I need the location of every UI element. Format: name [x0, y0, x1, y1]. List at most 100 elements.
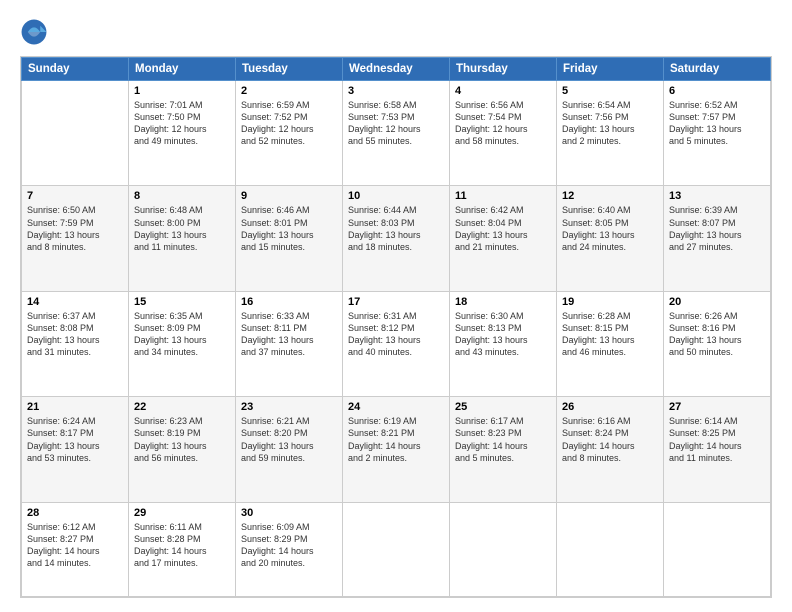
calendar-cell: 10 Sunrise: 6:44 AMSunset: 8:03 PMDayligh… — [343, 186, 450, 291]
calendar-cell: 13 Sunrise: 6:39 AMSunset: 8:07 PMDayligh… — [664, 186, 771, 291]
weekday-monday: Monday — [129, 58, 236, 81]
day-number: 15 — [134, 296, 230, 308]
day-info: Sunrise: 6:56 AMSunset: 7:54 PMDaylight:… — [455, 99, 551, 148]
day-info: Sunrise: 6:09 AMSunset: 8:29 PMDaylight:… — [241, 521, 337, 570]
day-number: 21 — [27, 401, 123, 413]
day-info: Sunrise: 6:24 AMSunset: 8:17 PMDaylight:… — [27, 415, 123, 464]
day-info: Sunrise: 6:44 AMSunset: 8:03 PMDaylight:… — [348, 204, 444, 253]
day-info: Sunrise: 6:52 AMSunset: 7:57 PMDaylight:… — [669, 99, 765, 148]
day-info: Sunrise: 6:37 AMSunset: 8:08 PMDaylight:… — [27, 310, 123, 359]
day-info: Sunrise: 6:14 AMSunset: 8:25 PMDaylight:… — [669, 415, 765, 464]
calendar-cell: 30 Sunrise: 6:09 AMSunset: 8:29 PMDayligh… — [236, 502, 343, 596]
day-number: 9 — [241, 190, 337, 202]
day-info: Sunrise: 6:16 AMSunset: 8:24 PMDaylight:… — [562, 415, 658, 464]
day-number: 24 — [348, 401, 444, 413]
day-number: 12 — [562, 190, 658, 202]
day-number: 3 — [348, 85, 444, 97]
calendar-cell: 12 Sunrise: 6:40 AMSunset: 8:05 PMDayligh… — [557, 186, 664, 291]
weekday-header-row: SundayMondayTuesdayWednesdayThursdayFrid… — [22, 58, 771, 81]
calendar-header: SundayMondayTuesdayWednesdayThursdayFrid… — [22, 58, 771, 81]
day-number: 20 — [669, 296, 765, 308]
calendar: SundayMondayTuesdayWednesdayThursdayFrid… — [20, 56, 772, 598]
day-number: 4 — [455, 85, 551, 97]
calendar-cell: 19Sunrise: 6:28 AMSunset: 8:15 PMDayligh… — [557, 291, 664, 396]
day-number: 29 — [134, 507, 230, 519]
calendar-cell — [664, 502, 771, 596]
calendar-cell: 3Sunrise: 6:58 AMSunset: 7:53 PMDaylight… — [343, 81, 450, 186]
calendar-cell: 17Sunrise: 6:31 AMSunset: 8:12 PMDayligh… — [343, 291, 450, 396]
calendar-cell: 21 Sunrise: 6:24 AMSunset: 8:17 PMDayligh… — [22, 397, 129, 502]
day-number: 18 — [455, 296, 551, 308]
calendar-cell: 27 Sunrise: 6:14 AMSunset: 8:25 PMDayligh… — [664, 397, 771, 502]
calendar-cell: 18Sunrise: 6:30 AMSunset: 8:13 PMDayligh… — [450, 291, 557, 396]
day-number: 27 — [669, 401, 765, 413]
day-number: 26 — [562, 401, 658, 413]
day-number: 7 — [27, 190, 123, 202]
day-info: Sunrise: 7:01 AMSunset: 7:50 PMDaylight:… — [134, 99, 230, 148]
day-info: Sunrise: 6:17 AMSunset: 8:23 PMDaylight:… — [455, 415, 551, 464]
weekday-tuesday: Tuesday — [236, 58, 343, 81]
calendar-cell: 20 Sunrise: 6:26 AMSunset: 8:16 PMDayligh… — [664, 291, 771, 396]
weekday-friday: Friday — [557, 58, 664, 81]
day-info: Sunrise: 6:39 AMSunset: 8:07 PMDaylight:… — [669, 204, 765, 253]
logo — [20, 18, 52, 46]
day-number: 23 — [241, 401, 337, 413]
calendar-cell: 9 Sunrise: 6:46 AMSunset: 8:01 PMDaylight… — [236, 186, 343, 291]
day-number: 25 — [455, 401, 551, 413]
day-number: 30 — [241, 507, 337, 519]
day-info: Sunrise: 6:40 AMSunset: 8:05 PMDaylight:… — [562, 204, 658, 253]
calendar-table: SundayMondayTuesdayWednesdayThursdayFrid… — [21, 57, 771, 597]
calendar-cell: 25 Sunrise: 6:17 AMSunset: 8:23 PMDayligh… — [450, 397, 557, 502]
day-info: Sunrise: 6:23 AMSunset: 8:19 PMDaylight:… — [134, 415, 230, 464]
day-number: 5 — [562, 85, 658, 97]
logo-icon — [20, 18, 48, 46]
day-info: Sunrise: 6:42 AMSunset: 8:04 PMDaylight:… — [455, 204, 551, 253]
calendar-week-row: 1 Sunrise: 7:01 AMSunset: 7:50 PMDaylight… — [22, 81, 771, 186]
calendar-page: SundayMondayTuesdayWednesdayThursdayFrid… — [0, 0, 792, 612]
calendar-cell — [450, 502, 557, 596]
calendar-cell: 29 Sunrise: 6:11 AMSunset: 8:28 PMDayligh… — [129, 502, 236, 596]
day-info: Sunrise: 6:12 AMSunset: 8:27 PMDaylight:… — [27, 521, 123, 570]
day-number: 14 — [27, 296, 123, 308]
calendar-week-row: 21 Sunrise: 6:24 AMSunset: 8:17 PMDayligh… — [22, 397, 771, 502]
calendar-week-row: 28 Sunrise: 6:12 AMSunset: 8:27 PMDayligh… — [22, 502, 771, 596]
day-info: Sunrise: 6:21 AMSunset: 8:20 PMDaylight:… — [241, 415, 337, 464]
day-number: 28 — [27, 507, 123, 519]
day-info: Sunrise: 6:11 AMSunset: 8:28 PMDaylight:… — [134, 521, 230, 570]
calendar-week-row: 14 Sunrise: 6:37 AMSunset: 8:08 PMDayligh… — [22, 291, 771, 396]
calendar-body: 1 Sunrise: 7:01 AMSunset: 7:50 PMDaylight… — [22, 81, 771, 597]
day-info: Sunrise: 6:26 AMSunset: 8:16 PMDaylight:… — [669, 310, 765, 359]
day-number: 11 — [455, 190, 551, 202]
day-number: 2 — [241, 85, 337, 97]
day-number: 6 — [669, 85, 765, 97]
calendar-cell — [557, 502, 664, 596]
day-info: Sunrise: 6:31 AMSunset: 8:12 PMDaylight:… — [348, 310, 444, 359]
calendar-cell: 2 Sunrise: 6:59 AMSunset: 7:52 PMDaylight… — [236, 81, 343, 186]
calendar-cell: 26 Sunrise: 6:16 AMSunset: 8:24 PMDayligh… — [557, 397, 664, 502]
day-number: 13 — [669, 190, 765, 202]
day-number: 10 — [348, 190, 444, 202]
day-info: Sunrise: 6:46 AMSunset: 8:01 PMDaylight:… — [241, 204, 337, 253]
calendar-cell: 23 Sunrise: 6:21 AMSunset: 8:20 PMDayligh… — [236, 397, 343, 502]
weekday-thursday: Thursday — [450, 58, 557, 81]
day-info: Sunrise: 6:48 AMSunset: 8:00 PMDaylight:… — [134, 204, 230, 253]
calendar-cell: 4 Sunrise: 6:56 AMSunset: 7:54 PMDaylight… — [450, 81, 557, 186]
calendar-cell: 8 Sunrise: 6:48 AMSunset: 8:00 PMDaylight… — [129, 186, 236, 291]
day-number: 8 — [134, 190, 230, 202]
day-info: Sunrise: 6:54 AMSunset: 7:56 PMDaylight:… — [562, 99, 658, 148]
calendar-cell: 7Sunrise: 6:50 AMSunset: 7:59 PMDaylight… — [22, 186, 129, 291]
calendar-cell — [343, 502, 450, 596]
calendar-cell — [22, 81, 129, 186]
calendar-cell: 22 Sunrise: 6:23 AMSunset: 8:19 PMDayligh… — [129, 397, 236, 502]
calendar-week-row: 7Sunrise: 6:50 AMSunset: 7:59 PMDaylight… — [22, 186, 771, 291]
day-info: Sunrise: 6:35 AMSunset: 8:09 PMDaylight:… — [134, 310, 230, 359]
day-number: 22 — [134, 401, 230, 413]
calendar-cell: 11 Sunrise: 6:42 AMSunset: 8:04 PMDayligh… — [450, 186, 557, 291]
weekday-wednesday: Wednesday — [343, 58, 450, 81]
calendar-cell: 28 Sunrise: 6:12 AMSunset: 8:27 PMDayligh… — [22, 502, 129, 596]
calendar-cell: 16Sunrise: 6:33 AMSunset: 8:11 PMDayligh… — [236, 291, 343, 396]
day-number: 1 — [134, 85, 230, 97]
calendar-cell: 6 Sunrise: 6:52 AMSunset: 7:57 PMDaylight… — [664, 81, 771, 186]
calendar-cell: 14 Sunrise: 6:37 AMSunset: 8:08 PMDayligh… — [22, 291, 129, 396]
day-info: Sunrise: 6:59 AMSunset: 7:52 PMDaylight:… — [241, 99, 337, 148]
